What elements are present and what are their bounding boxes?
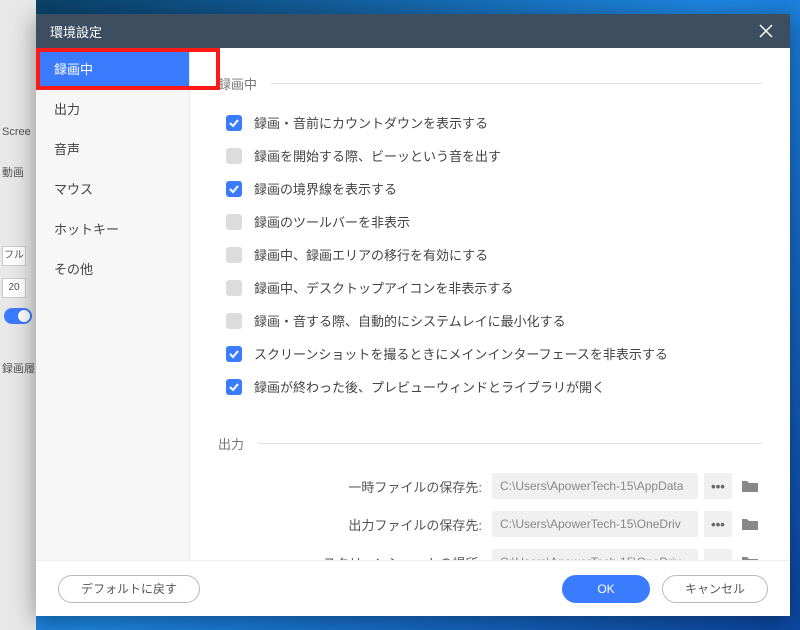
- settings-dialog: 環境設定 録画中 出力 音声 マウス ホットキー その他 録画中 録画・音前にカ…: [36, 14, 790, 616]
- option-row: 録画・音前にカウントダウンを表示する: [218, 113, 762, 132]
- open-folder-button[interactable]: [738, 549, 762, 560]
- checkbox[interactable]: [226, 181, 242, 197]
- checkbox[interactable]: [226, 379, 242, 395]
- output-row: スクリーンショットの場所:C:\Users\ApowerTech-15\OneD…: [218, 549, 762, 560]
- option-row: 録画が終わった後、プレビューウィンドとライブラリが開く: [218, 377, 762, 396]
- bg-video-label: 動画: [2, 164, 24, 180]
- close-button[interactable]: [756, 21, 776, 41]
- sidebar-item-hotkey[interactable]: ホットキー: [36, 208, 189, 248]
- option-row: 録画・音する際、自動的にシステムレイに最小化する: [218, 311, 762, 330]
- option-row: スクリーンショットを撮るときにメインインターフェースを非表示する: [218, 344, 762, 363]
- browse-button[interactable]: •••: [704, 511, 732, 537]
- sidebar-item-recording[interactable]: 録画中: [36, 48, 189, 88]
- section-title: 録画中: [218, 74, 257, 93]
- checkbox[interactable]: [226, 214, 242, 230]
- option-row: 録画を開始する際、ビーッという音を出す: [218, 146, 762, 165]
- option-row: 録画中、デスクトップアイコンを非表示する: [218, 278, 762, 297]
- option-row: 録画中、録画エリアの移行を有効にする: [218, 245, 762, 264]
- checkbox[interactable]: [226, 115, 242, 131]
- option-label: 録画中、デスクトップアイコンを非表示する: [254, 278, 513, 297]
- option-label: 録画・音する際、自動的にシステムレイに最小化する: [254, 311, 566, 330]
- output-path[interactable]: C:\Users\ApowerTech-15\AppData: [492, 473, 698, 499]
- option-label: 録画の境界線を表示する: [254, 179, 397, 198]
- reset-button[interactable]: デフォルトに戻す: [58, 575, 200, 603]
- output-path[interactable]: C:\Users\ApowerTech-15\OneDriv: [492, 511, 698, 537]
- sidebar-item-output[interactable]: 出力: [36, 88, 189, 128]
- checkbox[interactable]: [226, 247, 242, 263]
- option-label: スクリーンショットを撮るときにメインインターフェースを非表示する: [254, 344, 668, 363]
- dialog-title: 環境設定: [50, 22, 102, 41]
- option-label: 録画が終わった後、プレビューウィンドとライブラリが開く: [254, 377, 605, 396]
- output-label: 一時ファイルの保存先:: [218, 477, 492, 496]
- cancel-label: キャンセル: [685, 580, 745, 597]
- bg-toggle: [4, 308, 32, 324]
- sidebar-item-other[interactable]: その他: [36, 248, 189, 288]
- option-label: 録画・音前にカウントダウンを表示する: [254, 113, 488, 132]
- sidebar-item-label: 録画中: [54, 59, 93, 78]
- output-row: 一時ファイルの保存先:C:\Users\ApowerTech-15\AppDat…: [218, 473, 762, 499]
- option-label: 録画を開始する際、ビーッという音を出す: [254, 146, 501, 165]
- output-path[interactable]: C:\Users\ApowerTech-15\OneDriv: [492, 549, 698, 560]
- titlebar: 環境設定: [36, 14, 790, 48]
- bg-full-label: フル: [2, 246, 26, 266]
- output-label: 出力ファイルの保存先:: [218, 515, 492, 534]
- open-folder-button[interactable]: [738, 511, 762, 537]
- option-label: 録画中、録画エリアの移行を有効にする: [254, 245, 488, 264]
- reset-label: デフォルトに戻す: [81, 580, 177, 597]
- sidebar-item-label: マウス: [54, 179, 93, 198]
- sidebar-item-label: 出力: [54, 99, 80, 118]
- divider: [271, 83, 762, 84]
- sidebar: 録画中 出力 音声 マウス ホットキー その他: [36, 48, 190, 560]
- main-panel: 録画中 録画・音前にカウントダウンを表示する録画を開始する際、ビーッという音を出…: [190, 48, 790, 560]
- browse-button[interactable]: •••: [704, 473, 732, 499]
- bg-twenty-label: 20: [2, 278, 26, 298]
- sidebar-item-label: ホットキー: [54, 219, 119, 238]
- checkbox[interactable]: [226, 313, 242, 329]
- section-title: 出力: [218, 434, 244, 453]
- checkbox[interactable]: [226, 148, 242, 164]
- sidebar-item-label: その他: [54, 259, 93, 278]
- browse-button[interactable]: •••: [704, 549, 732, 560]
- option-label: 録画のツールバーを非表示: [254, 212, 410, 231]
- sidebar-item-label: 音声: [54, 139, 80, 158]
- option-row: 録画の境界線を表示する: [218, 179, 762, 198]
- section-head-output: 出力: [218, 434, 762, 453]
- checkbox[interactable]: [226, 280, 242, 296]
- checkbox[interactable]: [226, 346, 242, 362]
- bg-screen-label: Scree: [2, 126, 31, 138]
- output-row: 出力ファイルの保存先:C:\Users\ApowerTech-15\OneDri…: [218, 511, 762, 537]
- cancel-button[interactable]: キャンセル: [662, 575, 768, 603]
- option-row: 録画のツールバーを非表示: [218, 212, 762, 231]
- ok-label: OK: [597, 582, 614, 596]
- close-icon: [759, 24, 773, 38]
- footer: デフォルトに戻す OK キャンセル: [36, 560, 790, 616]
- section-head-recording: 録画中: [218, 74, 762, 93]
- ok-button[interactable]: OK: [562, 575, 650, 603]
- sidebar-item-audio[interactable]: 音声: [36, 128, 189, 168]
- sidebar-item-mouse[interactable]: マウス: [36, 168, 189, 208]
- output-label: スクリーンショットの場所:: [218, 553, 492, 561]
- open-folder-button[interactable]: [738, 473, 762, 499]
- divider: [258, 443, 762, 444]
- bg-history-label: 録画履: [2, 360, 35, 376]
